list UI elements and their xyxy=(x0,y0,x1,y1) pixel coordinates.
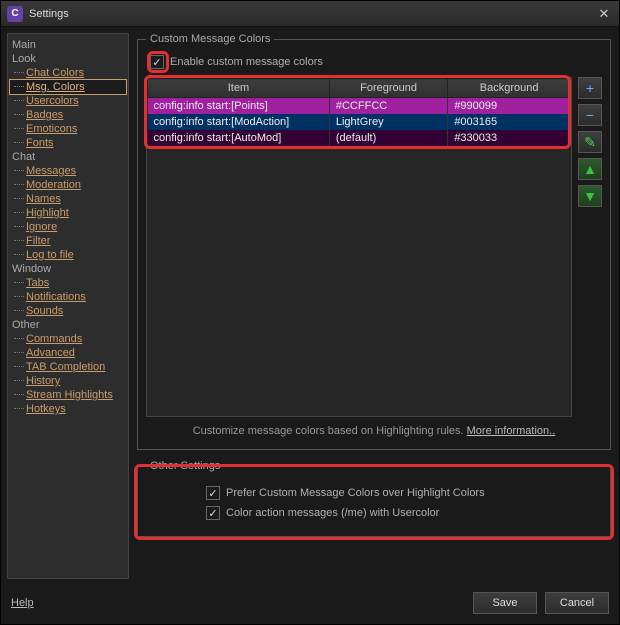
tree-item[interactable]: Advanced xyxy=(10,346,126,360)
custom-message-colors-group: Custom Message Colors Enable custom mess… xyxy=(137,33,611,450)
col-background[interactable]: Background xyxy=(448,79,571,98)
tree-category[interactable]: Window xyxy=(10,262,126,276)
move-down-button[interactable]: ▼ xyxy=(578,185,602,207)
table-cell: (default) xyxy=(329,130,447,146)
table-cell: #CCFFCC xyxy=(329,98,447,115)
other-settings-group: Other Settings Prefer Custom Message Col… xyxy=(137,460,611,537)
tree-item[interactable]: Filter xyxy=(10,234,126,248)
tree-item[interactable]: Log to file xyxy=(10,248,126,262)
tree-category[interactable]: Main xyxy=(10,38,126,52)
tree-category[interactable]: Look xyxy=(10,52,126,66)
close-icon[interactable]: ✕ xyxy=(595,6,613,22)
tree-category[interactable]: Chat xyxy=(10,150,126,164)
tree-item[interactable]: Badges xyxy=(10,108,126,122)
tree-category[interactable]: Other xyxy=(10,318,126,332)
tree-item[interactable]: History xyxy=(10,374,126,388)
help-link[interactable]: Help xyxy=(11,597,34,609)
table-row[interactable]: config:info start:[AutoMod](default)#330… xyxy=(148,130,571,146)
group-legend: Other Settings xyxy=(146,460,224,472)
prefer-custom-colors-checkbox[interactable] xyxy=(206,486,220,500)
table-cell: #003165 xyxy=(448,114,571,130)
table-cell: config:info start:[AutoMod] xyxy=(148,130,330,146)
table-cell: config:info start:[ModAction] xyxy=(148,114,330,130)
window-title: Settings xyxy=(29,8,595,20)
move-up-button[interactable]: ▲ xyxy=(578,158,602,180)
color-action-messages-checkbox[interactable] xyxy=(206,506,220,520)
color-action-messages-label: Color action messages (/me) with Usercol… xyxy=(226,507,439,519)
tree-item[interactable]: Sounds xyxy=(10,304,126,318)
tree-item[interactable]: Chat Colors xyxy=(10,66,126,80)
table-cell: LightGrey xyxy=(329,114,447,130)
tree-item[interactable]: Emoticons xyxy=(10,122,126,136)
tree-item[interactable]: TAB Completion xyxy=(10,360,126,374)
more-info-link[interactable]: More information.. xyxy=(467,425,556,437)
tree-item[interactable]: Fonts xyxy=(10,136,126,150)
tree-item[interactable]: Highlight xyxy=(10,206,126,220)
prefer-custom-colors-label: Prefer Custom Message Colors over Highli… xyxy=(226,487,485,499)
tree-item[interactable]: Names xyxy=(10,192,126,206)
bottom-bar: Help Save Cancel xyxy=(1,585,619,621)
col-foreground[interactable]: Foreground xyxy=(329,79,447,98)
tree-item[interactable]: Moderation xyxy=(10,178,126,192)
col-item[interactable]: Item xyxy=(148,79,330,98)
tree-item[interactable]: Messages xyxy=(10,164,126,178)
group-legend: Custom Message Colors xyxy=(146,33,274,45)
add-button[interactable]: + xyxy=(578,77,602,99)
table-cell: #990099 xyxy=(448,98,571,115)
colors-table[interactable]: Item Foreground Background config:info s… xyxy=(147,78,571,146)
tree-item[interactable]: Usercolors xyxy=(10,94,126,108)
tree-item[interactable]: Ignore xyxy=(10,220,126,234)
titlebar: C Settings ✕ xyxy=(1,1,619,27)
cancel-button[interactable]: Cancel xyxy=(545,592,609,614)
tree-item[interactable]: Notifications xyxy=(10,290,126,304)
remove-button[interactable]: − xyxy=(578,104,602,126)
tree-item[interactable]: Msg. Colors xyxy=(10,80,126,94)
save-button[interactable]: Save xyxy=(473,592,537,614)
table-row[interactable]: config:info start:[Points]#CCFFCC#990099 xyxy=(148,98,571,115)
table-row[interactable]: config:info start:[ModAction]LightGrey#0… xyxy=(148,114,571,130)
enable-custom-colors-checkbox[interactable] xyxy=(150,55,164,69)
tree-item[interactable]: Stream Highlights xyxy=(10,388,126,402)
table-cell: config:info start:[Points] xyxy=(148,98,330,115)
tree-item[interactable]: Tabs xyxy=(10,276,126,290)
tree-item[interactable]: Hotkeys xyxy=(10,402,126,416)
tree-item[interactable]: Commands xyxy=(10,332,126,346)
app-icon: C xyxy=(7,6,23,22)
edit-button[interactable]: ✎ xyxy=(578,131,602,153)
colors-table-container: Item Foreground Background config:info s… xyxy=(146,77,572,417)
table-cell: #330033 xyxy=(448,130,571,146)
footer-note: Customize message colors based on Highli… xyxy=(146,417,602,439)
settings-tree: MainLookChat ColorsMsg. ColorsUsercolors… xyxy=(7,33,129,579)
enable-custom-colors-label: Enable custom message colors xyxy=(170,56,323,68)
